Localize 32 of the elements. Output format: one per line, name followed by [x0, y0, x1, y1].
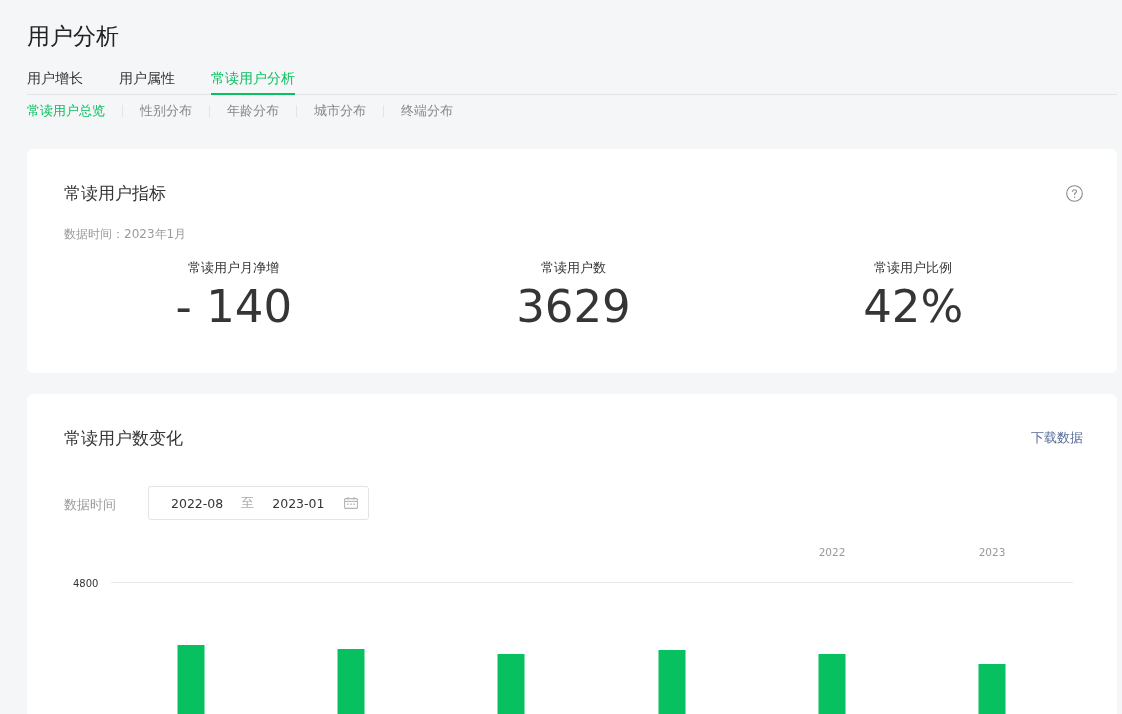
- card-title: 常读用户数变化: [64, 427, 183, 450]
- filter-label: 数据时间: [64, 496, 117, 514]
- date-range-field[interactable]: 2022-08 至 2023-01: [148, 486, 369, 520]
- chart-bar: [818, 654, 846, 714]
- metric-label: 常读用户数: [541, 259, 606, 277]
- metric-value: 3629: [516, 281, 631, 333]
- calendar-icon: [344, 497, 358, 509]
- metric-value: - 140: [175, 281, 293, 333]
- download-link[interactable]: 下载数据: [1031, 429, 1083, 447]
- sub-tab[interactable]: 终端分布: [401, 102, 453, 120]
- chart-bar: [658, 650, 686, 714]
- chart-bar: [337, 649, 365, 714]
- chart-bar: [497, 654, 525, 714]
- sub-tab[interactable]: 年龄分布: [227, 102, 279, 120]
- metric-value: 42%: [863, 281, 964, 333]
- metric-label: 常读用户比例: [874, 259, 953, 277]
- chart-bar: [177, 645, 205, 714]
- sub-tab[interactable]: 城市分布: [314, 102, 366, 120]
- year-label: 2023: [978, 546, 1006, 558]
- tab[interactable]: 常读用户分析: [211, 62, 295, 95]
- metric-label: 常读用户月净增: [188, 259, 280, 277]
- tab[interactable]: 用户增长: [27, 62, 83, 95]
- page-title: 用户分析: [27, 22, 120, 51]
- year-label: 2022: [818, 546, 846, 558]
- data-time-text: 数据时间：2023年1月: [64, 226, 188, 243]
- axis-tick-label: 4800: [73, 577, 99, 589]
- sub-tab[interactable]: 常读用户总览: [27, 102, 105, 120]
- sub-tab[interactable]: 性别分布: [140, 102, 192, 120]
- help-icon[interactable]: [1066, 184, 1083, 202]
- chart-bar: [978, 664, 1006, 714]
- card-title: 常读用户指标: [64, 182, 166, 205]
- tab[interactable]: 用户属性: [119, 62, 175, 95]
